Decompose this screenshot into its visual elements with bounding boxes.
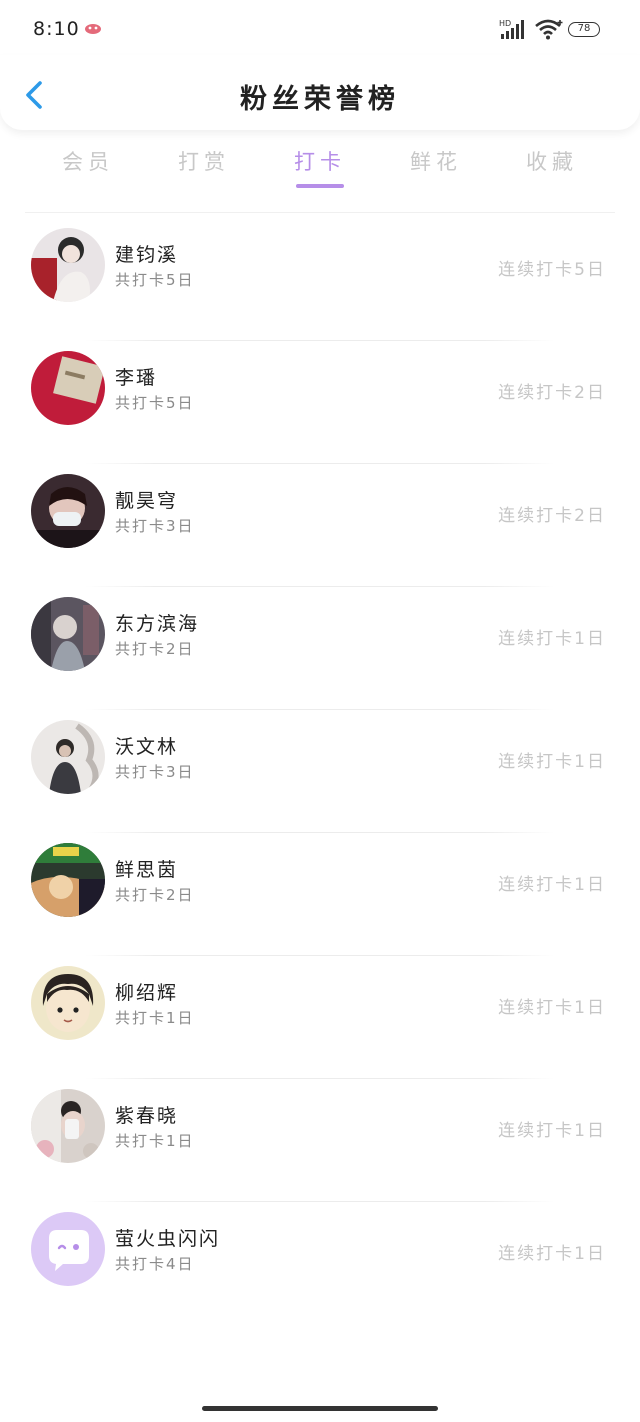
fan-name: 紫春晓	[115, 1105, 179, 1127]
fan-streak: 连续打卡2日	[498, 383, 606, 403]
list-item[interactable]: 沃文林 共打卡3日 连续打卡1日	[0, 710, 640, 833]
header: 粉丝荣誉榜	[0, 55, 640, 130]
fan-total-checkins: 共打卡1日	[115, 1132, 195, 1150]
fan-total-checkins: 共打卡3日	[115, 517, 195, 535]
avatar	[31, 228, 105, 302]
avatar	[31, 1089, 105, 1163]
fan-name: 李璠	[115, 367, 158, 389]
fan-total-checkins: 共打卡5日	[115, 271, 195, 289]
battery-icon: 78	[568, 22, 600, 37]
list-item[interactable]: 靓昊穹 共打卡3日 连续打卡2日	[0, 464, 640, 587]
page-title: 粉丝荣誉榜	[240, 84, 400, 115]
list-item[interactable]: 柳绍辉 共打卡1日 连续打卡1日	[0, 956, 640, 1079]
fan-streak: 连续打卡1日	[498, 1121, 606, 1141]
tab-membership[interactable]: 会员	[30, 146, 146, 176]
list-item[interactable]: 建钧溪 共打卡5日 连续打卡5日	[0, 218, 640, 341]
fan-name: 靓昊穹	[115, 490, 179, 512]
avatar	[31, 720, 105, 794]
avatar	[31, 843, 105, 917]
fan-streak: 连续打卡1日	[498, 875, 606, 895]
fan-streak: 连续打卡1日	[498, 629, 606, 649]
home-indicator[interactable]	[202, 1406, 438, 1411]
fan-streak: 连续打卡5日	[498, 260, 606, 280]
notification-icon	[85, 24, 101, 34]
status-bar: 8:10 HD 78	[0, 0, 640, 60]
wifi-icon	[535, 19, 563, 40]
fan-streak: 连续打卡1日	[498, 752, 606, 772]
fan-name: 鲜思茵	[115, 859, 179, 881]
tab-flowers[interactable]: 鲜花	[378, 146, 494, 176]
signal-icon: HD	[499, 19, 524, 39]
tab-tips[interactable]: 打赏	[146, 146, 262, 176]
list-item[interactable]: 紫春晓 共打卡1日 连续打卡1日	[0, 1079, 640, 1202]
fan-streak: 连续打卡2日	[498, 506, 606, 526]
fan-name: 柳绍辉	[115, 982, 179, 1004]
fan-total-checkins: 共打卡2日	[115, 640, 195, 658]
status-time: 8:10	[33, 18, 80, 40]
list-item[interactable]: 鲜思茵 共打卡2日 连续打卡1日	[0, 833, 640, 956]
network-type-label: HD	[499, 19, 511, 28]
fan-total-checkins: 共打卡5日	[115, 394, 195, 412]
fan-name: 建钧溪	[115, 244, 179, 266]
fan-total-checkins: 共打卡2日	[115, 886, 195, 904]
fan-total-checkins: 共打卡3日	[115, 763, 195, 781]
tab-favorites[interactable]: 收藏	[494, 146, 610, 176]
active-tab-indicator	[296, 184, 344, 188]
fan-name: 沃文林	[115, 736, 179, 758]
avatar	[31, 966, 105, 1040]
divider	[25, 212, 615, 213]
avatar	[31, 597, 105, 671]
avatar	[31, 474, 105, 548]
fan-total-checkins: 共打卡4日	[115, 1255, 195, 1273]
fan-streak: 连续打卡1日	[498, 998, 606, 1018]
default-avatar-icon	[31, 1212, 105, 1286]
fan-name: 萤火虫闪闪	[115, 1228, 221, 1250]
list-item[interactable]: 东方滨海 共打卡2日 连续打卡1日	[0, 587, 640, 710]
list-item[interactable]: 李璠 共打卡5日 连续打卡2日	[0, 341, 640, 464]
tab-checkin[interactable]: 打卡	[262, 146, 378, 176]
fan-name: 东方滨海	[115, 613, 200, 635]
fan-streak: 连续打卡1日	[498, 1244, 606, 1264]
fan-total-checkins: 共打卡1日	[115, 1009, 195, 1027]
tab-bar: 会员 打赏 打卡 鲜花 收藏	[30, 140, 610, 195]
avatar	[31, 351, 105, 425]
list-item[interactable]: 萤火虫闪闪 共打卡4日 连续打卡1日	[0, 1202, 640, 1325]
